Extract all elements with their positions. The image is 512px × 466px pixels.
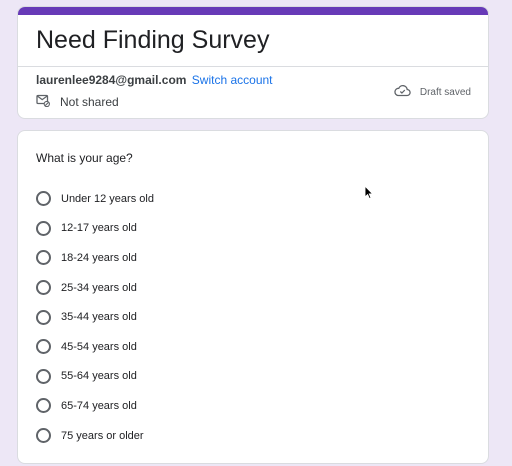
age-option[interactable]: 25-34 years old bbox=[36, 273, 154, 303]
age-option[interactable]: Under 12 years old bbox=[36, 184, 154, 214]
age-option[interactable]: 55-64 years old bbox=[36, 362, 154, 392]
age-option-label: 65-74 years old bbox=[61, 399, 137, 412]
radio-button[interactable] bbox=[36, 398, 51, 414]
age-option-label: 18-24 years old bbox=[61, 251, 137, 264]
draft-status-row: Draft saved bbox=[394, 84, 471, 100]
age-option-label: 45-54 years old bbox=[61, 340, 137, 353]
age-radio-group: Under 12 years old 12-17 years old 18-24… bbox=[36, 184, 154, 450]
age-option[interactable]: 65-74 years old bbox=[36, 391, 154, 421]
form-title: Need Finding Survey bbox=[36, 26, 270, 54]
question-card: What is your age? Under 12 years old 12-… bbox=[17, 130, 489, 464]
radio-button[interactable] bbox=[36, 339, 51, 355]
draft-status-text: Draft saved bbox=[419, 86, 471, 98]
age-option-label: 55-64 years old bbox=[61, 370, 137, 383]
header-accent-bar bbox=[18, 7, 488, 15]
header-divider bbox=[18, 66, 488, 67]
age-option[interactable]: 12-17 years old bbox=[36, 214, 154, 244]
mouse-pointer-icon bbox=[364, 184, 374, 205]
switch-account-link[interactable]: Switch account bbox=[192, 73, 273, 87]
shared-status-row: Not shared bbox=[36, 94, 119, 110]
account-row: laurenlee9284@gmail.com Switch account bbox=[36, 73, 273, 87]
age-option-label: 12-17 years old bbox=[61, 222, 137, 235]
radio-button[interactable] bbox=[36, 368, 51, 384]
age-option[interactable]: 35-44 years old bbox=[36, 302, 154, 332]
question-title: What is your age? bbox=[36, 151, 133, 165]
age-option-label: 35-44 years old bbox=[61, 311, 137, 324]
age-option[interactable]: 18-24 years old bbox=[36, 243, 154, 273]
radio-button[interactable] bbox=[36, 309, 51, 325]
radio-button[interactable] bbox=[36, 220, 51, 236]
age-option-label: 75 years or older bbox=[61, 429, 144, 442]
radio-button[interactable] bbox=[36, 191, 51, 207]
age-option[interactable]: 75 years or older bbox=[36, 421, 154, 451]
age-option-label: 25-34 years old bbox=[61, 281, 137, 294]
radio-button[interactable] bbox=[36, 280, 51, 296]
cloud-done-icon bbox=[394, 84, 420, 100]
age-option-label: Under 12 years old bbox=[61, 192, 154, 205]
mail-lock-icon bbox=[36, 94, 60, 110]
radio-button[interactable] bbox=[36, 428, 51, 444]
radio-button[interactable] bbox=[36, 250, 51, 266]
shared-status-text: Not shared bbox=[60, 95, 119, 109]
age-option[interactable]: 45-54 years old bbox=[36, 332, 154, 362]
account-email: laurenlee9284@gmail.com bbox=[36, 73, 187, 87]
form-header-card: Need Finding Survey laurenlee9284@gmail.… bbox=[17, 6, 489, 119]
